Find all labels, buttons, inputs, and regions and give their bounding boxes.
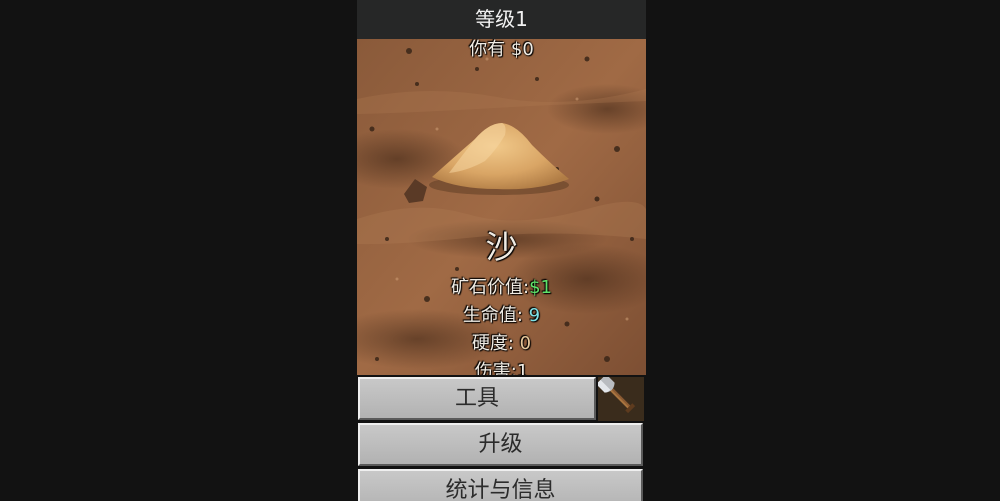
money-display: 你有 $0 <box>469 39 534 60</box>
ore-value-stat: 矿石价值:$1 <box>357 275 646 301</box>
ore-value-amount: $1 <box>529 277 552 298</box>
ore-hardness-amount: 0 <box>519 333 532 354</box>
game-panel: 等级1 你有 $0 沙 矿石价值:$1 生命值: 9 硬度: 0 伤害:1 工具… <box>357 0 646 501</box>
level-title: 等级1 <box>357 0 646 39</box>
equipped-tool-slot[interactable] <box>598 377 644 421</box>
ore-hardness-stat: 硬度: 0 <box>357 331 646 357</box>
ore-health-stat: 生命值: 9 <box>357 303 646 329</box>
damage-stat: 伤害:1 <box>357 359 646 375</box>
shovel-icon <box>598 377 644 421</box>
ore-health-amount: 9 <box>528 305 541 326</box>
stats-info-button[interactable]: 统计与信息 <box>358 469 643 501</box>
ore-value-label: 矿石价值: <box>451 277 530 298</box>
ore-hardness-label: 硬度: <box>471 333 514 354</box>
ore-name: 沙 <box>485 228 518 266</box>
dig-area[interactable]: 你有 $0 沙 矿石价值:$1 生命值: 9 硬度: 0 伤害:1 <box>357 39 646 375</box>
ore-health-label: 生命值: <box>462 305 523 326</box>
damage-label: 伤害: <box>474 361 517 375</box>
tools-button[interactable]: 工具 <box>358 377 596 420</box>
damage-amount: 1 <box>516 361 529 375</box>
upgrade-button[interactable]: 升级 <box>358 423 643 466</box>
